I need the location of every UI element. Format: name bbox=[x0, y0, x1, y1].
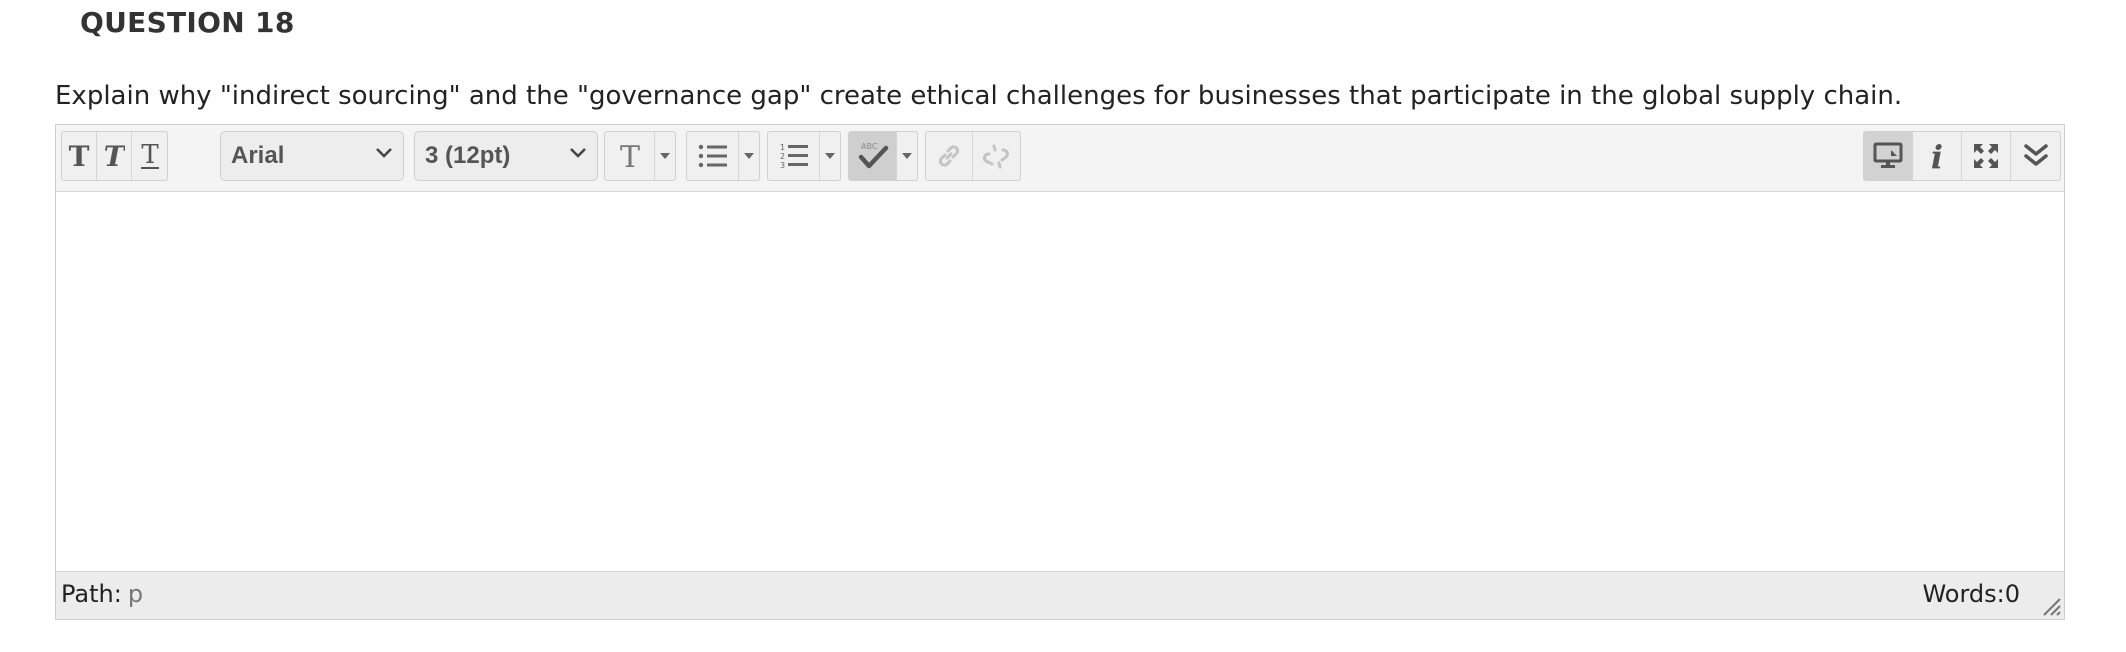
page: QUESTION 18 Explain why "indirect sourci… bbox=[0, 0, 2126, 652]
text-color-dropdown[interactable] bbox=[654, 132, 675, 180]
italic-icon: T bbox=[104, 142, 125, 170]
monitor-icon bbox=[1873, 142, 1903, 168]
editor-toolbar: T T T Arial 3 (12pt) T 1 2 3 ABC i bbox=[56, 125, 2064, 192]
path-indicator: Path: p bbox=[61, 580, 143, 608]
spellcheck-icon: ABC bbox=[858, 142, 888, 169]
dropdown-arrow-icon bbox=[825, 153, 836, 159]
unlink-icon bbox=[982, 144, 1009, 169]
svg-text:T: T bbox=[69, 142, 90, 170]
numbered-list-button[interactable]: 1 2 3 bbox=[768, 132, 819, 180]
bold-button[interactable]: T bbox=[62, 132, 97, 180]
dropdown-arrow-icon bbox=[660, 153, 671, 159]
svg-text:i: i bbox=[1931, 140, 1943, 172]
resize-handle-icon[interactable] bbox=[2040, 595, 2062, 617]
text-color-group: T bbox=[604, 131, 676, 181]
spellcheck-dropdown[interactable] bbox=[896, 132, 917, 180]
svg-text:2: 2 bbox=[780, 152, 785, 161]
path-label: Path: bbox=[61, 580, 122, 608]
info-icon: i bbox=[1931, 140, 1943, 172]
font-family-value: Arial bbox=[231, 142, 285, 169]
spellcheck-group: ABC bbox=[848, 131, 918, 181]
text-editor: T T T Arial 3 (12pt) T 1 2 3 ABC i Path:… bbox=[55, 124, 2065, 620]
editor-content-area[interactable] bbox=[56, 192, 2064, 573]
svg-text:1: 1 bbox=[780, 143, 785, 152]
word-count: Words:0 bbox=[1922, 580, 2020, 608]
bullet-list-dropdown[interactable] bbox=[738, 132, 759, 180]
question-text: Explain why "indirect sourcing" and the … bbox=[55, 81, 1903, 111]
preview-button[interactable] bbox=[1864, 132, 1913, 180]
editor-statusbar: Path: p Words:0 bbox=[56, 571, 2064, 619]
link-icon bbox=[938, 145, 960, 167]
svg-text:T: T bbox=[104, 142, 125, 170]
numbered-list-group: 1 2 3 bbox=[767, 131, 841, 181]
chevron-down-icon bbox=[570, 148, 586, 158]
question-title: QUESTION 18 bbox=[80, 6, 295, 39]
fullscreen-icon bbox=[1974, 144, 1998, 168]
font-family-select[interactable]: Arial bbox=[220, 131, 404, 181]
spellcheck-button[interactable]: ABC bbox=[849, 132, 897, 180]
editor-options-group: i bbox=[1863, 131, 2061, 181]
bullet-list-group bbox=[686, 131, 760, 181]
info-button[interactable]: i bbox=[1913, 132, 1962, 180]
svg-text:T: T bbox=[141, 140, 159, 170]
unlink-button[interactable] bbox=[973, 132, 1020, 180]
numbered-list-dropdown[interactable] bbox=[819, 132, 840, 180]
italic-button[interactable]: T bbox=[97, 132, 132, 180]
bullet-list-icon bbox=[698, 144, 727, 168]
underline-button[interactable]: T bbox=[132, 132, 167, 180]
link-group bbox=[925, 131, 1021, 181]
dropdown-arrow-icon bbox=[744, 153, 755, 159]
bullet-list-button[interactable] bbox=[687, 132, 738, 180]
svg-text:3: 3 bbox=[780, 161, 785, 170]
bold-icon: T bbox=[69, 142, 90, 170]
underline-icon: T bbox=[140, 140, 159, 170]
text-color-icon: T bbox=[620, 141, 640, 171]
svg-text:ABC: ABC bbox=[861, 142, 878, 151]
font-size-value: 3 (12pt) bbox=[425, 142, 511, 169]
insert-link-button[interactable] bbox=[926, 132, 974, 180]
expand-toolbar-button[interactable] bbox=[2011, 132, 2060, 180]
numbered-list-icon: 1 2 3 bbox=[780, 143, 808, 170]
fullscreen-button[interactable] bbox=[1962, 132, 2011, 180]
double-chevron-down-icon bbox=[2023, 144, 2048, 166]
font-size-select[interactable]: 3 (12pt) bbox=[414, 131, 598, 181]
svg-text:T: T bbox=[620, 141, 640, 171]
path-value[interactable]: p bbox=[128, 580, 143, 608]
chevron-down-icon bbox=[376, 148, 392, 158]
text-style-group: T T T bbox=[61, 131, 168, 181]
dropdown-arrow-icon bbox=[902, 153, 913, 159]
text-color-button[interactable]: T bbox=[605, 132, 654, 180]
